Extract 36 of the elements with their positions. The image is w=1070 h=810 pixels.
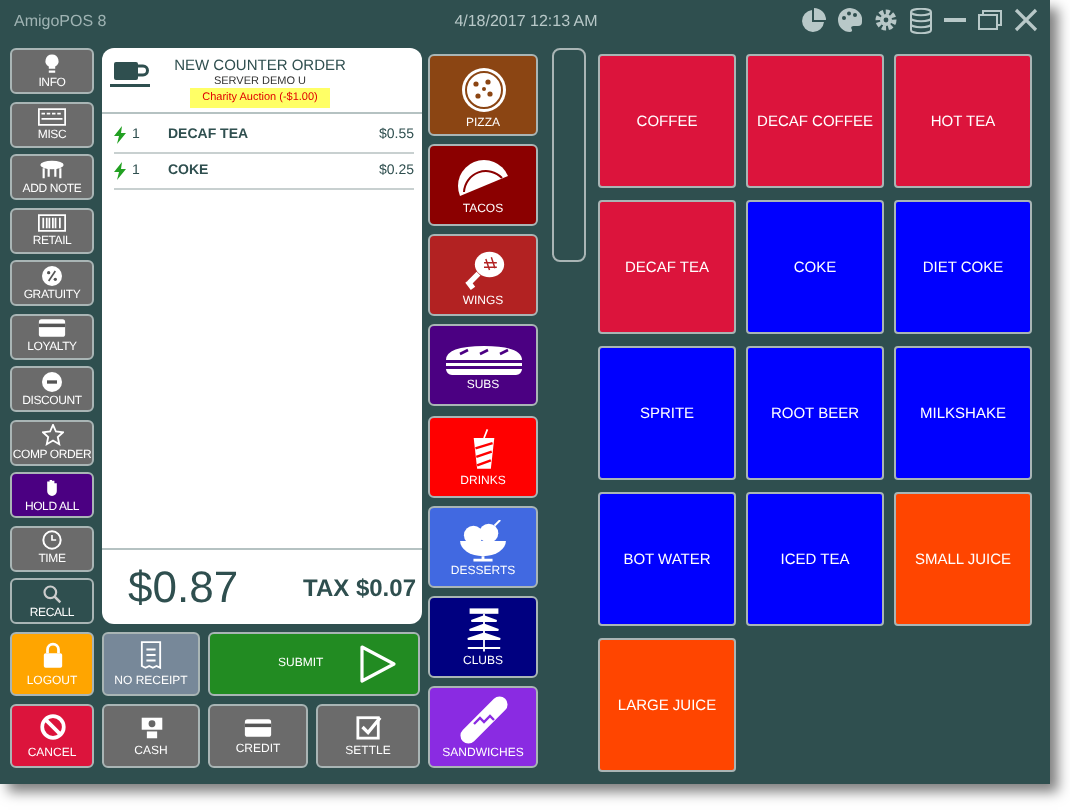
clock-icon (42, 530, 62, 550)
minimize-icon[interactable] (944, 17, 967, 23)
restore-icon[interactable] (978, 10, 1003, 30)
date-time: 4/18/2017 12:13 AM (452, 11, 600, 29)
order-total: $0.87 (128, 561, 239, 613)
star-icon (41, 423, 63, 445)
close-icon[interactable] (1014, 8, 1039, 32)
hand-icon (44, 477, 60, 497)
card-icon (38, 318, 66, 338)
keyboard-icon (38, 107, 66, 125)
search-icon (42, 583, 62, 603)
ice-cream-icon (458, 519, 508, 562)
scrollbar[interactable] (552, 48, 586, 262)
sandwich-icon (443, 343, 523, 376)
percent-icon (42, 265, 62, 285)
checkbox-icon (355, 714, 381, 740)
card-icon (244, 717, 272, 737)
app-title: AmigoPOS 8 (14, 11, 109, 29)
lightbulb-icon (44, 53, 60, 73)
coffee-cup-icon (110, 58, 150, 88)
database-icon[interactable] (910, 7, 933, 33)
lock-icon (41, 641, 63, 667)
prohibited-icon (39, 713, 65, 739)
taco-icon (455, 159, 511, 200)
minus-circle-icon (42, 371, 62, 391)
settings-icon[interactable] (874, 8, 899, 32)
palette-icon[interactable] (838, 8, 863, 32)
cup-icon (471, 428, 495, 473)
tax-amount: TAX $0.07 (303, 573, 416, 601)
receipt-icon (140, 640, 162, 670)
play-icon (358, 644, 398, 684)
barcode-icon (38, 213, 66, 231)
pizza-icon (459, 65, 507, 113)
pie-chart-icon[interactable] (802, 8, 827, 32)
drumstick-icon (461, 247, 505, 292)
table-icon (38, 159, 66, 179)
